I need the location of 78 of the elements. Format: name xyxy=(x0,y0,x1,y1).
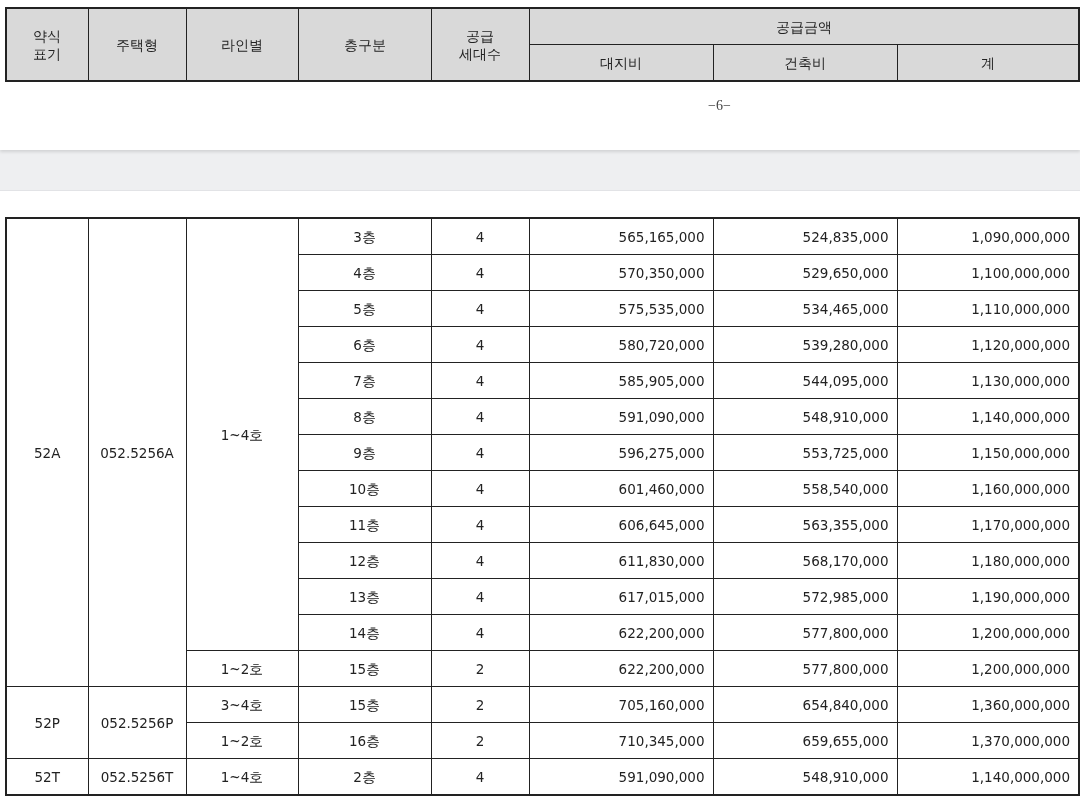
table-cell: 15층 xyxy=(298,686,431,723)
table-cell: 654,840,000 xyxy=(713,686,897,723)
table-cell: 534,465,000 xyxy=(713,290,897,327)
table-cell: 052.5256A xyxy=(88,218,186,687)
table-cell: 2 xyxy=(431,650,529,687)
table-cell: 6층 xyxy=(298,326,431,363)
table-cell: 611,830,000 xyxy=(529,542,713,579)
table-cell: 575,535,000 xyxy=(529,290,713,327)
table-cell: 4 xyxy=(431,398,529,435)
table-cell: 585,905,000 xyxy=(529,362,713,399)
table-cell: 7층 xyxy=(298,362,431,399)
column-header: 라인별 xyxy=(186,8,298,81)
table-cell: 16층 xyxy=(298,722,431,759)
table-cell: 2 xyxy=(431,686,529,723)
column-header: 대지비 xyxy=(529,44,713,81)
table-cell: 529,650,000 xyxy=(713,254,897,291)
table-cell: 4 xyxy=(431,578,529,615)
table-cell: 10층 xyxy=(298,470,431,507)
table-cell: 8층 xyxy=(298,398,431,435)
table-cell: 617,015,000 xyxy=(529,578,713,615)
table-cell: 4 xyxy=(431,218,529,255)
table-cell: 622,200,000 xyxy=(529,650,713,687)
table-cell: 3~4호 xyxy=(186,686,298,723)
column-header: 층구분 xyxy=(298,8,431,81)
table-cell: 14층 xyxy=(298,614,431,651)
table-cell: 4 xyxy=(431,326,529,363)
table-cell: 4 xyxy=(431,290,529,327)
table-cell: 4층 xyxy=(298,254,431,291)
table-cell: 572,985,000 xyxy=(713,578,897,615)
table-cell: 601,460,000 xyxy=(529,470,713,507)
column-header: 공급 세대수 xyxy=(431,8,529,81)
table-cell: 52A xyxy=(6,218,88,687)
column-header: 계 xyxy=(897,44,1080,81)
table-cell: 9층 xyxy=(298,434,431,471)
table-cell: 539,280,000 xyxy=(713,326,897,363)
table-cell: 12층 xyxy=(298,542,431,579)
table-cell: 524,835,000 xyxy=(713,218,897,255)
table-cell: 1~2호 xyxy=(186,722,298,759)
table-cell: 568,170,000 xyxy=(713,542,897,579)
table-cell: 544,095,000 xyxy=(713,362,897,399)
table-cell: 3층 xyxy=(298,218,431,255)
table-cell: 2 xyxy=(431,722,529,759)
table-cell: 705,160,000 xyxy=(529,686,713,723)
table-cell: 553,725,000 xyxy=(713,434,897,471)
table-cell: 052.5256P xyxy=(88,686,186,759)
table-cell: 622,200,000 xyxy=(529,614,713,651)
table-cell: 580,720,000 xyxy=(529,326,713,363)
page-number: −6− xyxy=(708,98,731,113)
table-cell: 565,165,000 xyxy=(529,218,713,255)
table-cell: 577,800,000 xyxy=(713,614,897,651)
table-cell: 563,355,000 xyxy=(713,506,897,543)
table-cell: 710,345,000 xyxy=(529,722,713,759)
table-cell: 591,090,000 xyxy=(529,398,713,435)
table-cell: 4 xyxy=(431,542,529,579)
table-cell: 4 xyxy=(431,434,529,471)
column-header: 공급금액 xyxy=(529,8,1080,45)
table-cell: 4 xyxy=(431,362,529,399)
table-cell: 548,910,000 xyxy=(713,398,897,435)
table-cell: 52P xyxy=(6,686,88,759)
table-cell: 570,350,000 xyxy=(529,254,713,291)
table-cell: 577,800,000 xyxy=(713,650,897,687)
table-cell: 596,275,000 xyxy=(529,434,713,471)
table-cell: 659,655,000 xyxy=(713,722,897,759)
table-cell: 1~2호 xyxy=(186,650,298,687)
column-header: 주택형 xyxy=(88,8,186,81)
table-cell: 606,645,000 xyxy=(529,506,713,543)
column-header: 건축비 xyxy=(713,44,897,81)
table-cell: 4 xyxy=(431,470,529,507)
table-cell: 4 xyxy=(431,614,529,651)
table-cell: 4 xyxy=(431,506,529,543)
table-cell: 15층 xyxy=(298,650,431,687)
table-cell: 4 xyxy=(431,254,529,291)
table-cell: 13층 xyxy=(298,578,431,615)
table-cell: 1~4호 xyxy=(186,218,298,651)
table-cell: 5층 xyxy=(298,290,431,327)
table-cell: 558,540,000 xyxy=(713,470,897,507)
column-header: 약식 표기 xyxy=(6,8,88,81)
table-cell: 11층 xyxy=(298,506,431,543)
